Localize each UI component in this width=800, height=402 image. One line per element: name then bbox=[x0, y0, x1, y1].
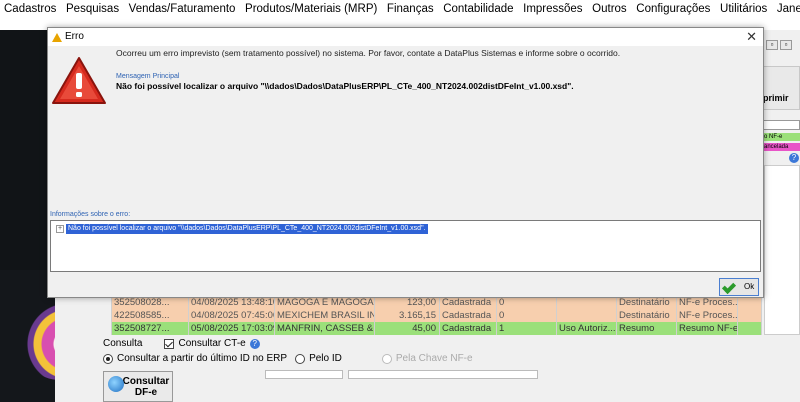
table-cell bbox=[557, 309, 617, 322]
dialog-titlebar: Erro ✕ bbox=[48, 28, 763, 46]
table-cell: Resumo bbox=[617, 322, 677, 335]
consulta-row: Consulta Consultar CT-e ? bbox=[103, 338, 260, 349]
menu-financas[interactable]: Finanças bbox=[387, 3, 434, 15]
table-cell: 1 bbox=[497, 322, 557, 335]
table-cell bbox=[738, 309, 762, 322]
main-message-text: Não foi possível localizar o arquivo "\\… bbox=[116, 81, 574, 91]
ok-label: Ok bbox=[744, 282, 755, 291]
table-cell: NF-e Proces... bbox=[677, 309, 738, 322]
help-icon[interactable]: ? bbox=[789, 153, 799, 163]
consultar-dfe-line2: DF-e bbox=[134, 387, 158, 398]
side-grid bbox=[764, 165, 800, 335]
imprimir-button[interactable]: primir bbox=[762, 66, 800, 110]
table-cell: 352508727... bbox=[112, 322, 189, 335]
expand-icon[interactable]: + bbox=[56, 225, 64, 233]
table-cell: 3.165,15 bbox=[375, 309, 440, 322]
consultar-dfe-line1: Consultar bbox=[122, 376, 170, 387]
id-input[interactable] bbox=[265, 370, 343, 379]
close-icon[interactable]: ✕ bbox=[746, 28, 757, 46]
main-menu-bar: Cadastros Pesquisas Vendas/Faturamento P… bbox=[0, 0, 800, 18]
filter-field[interactable] bbox=[762, 120, 800, 130]
table-row[interactable]: 352508727... 05/08/2025 17:03:09 MANFRIN, … bbox=[97, 322, 762, 335]
table-cell: Destinatário bbox=[617, 309, 677, 322]
radio-chave-nfe-label: Pela Chave NF-e bbox=[395, 353, 473, 364]
row-indicator bbox=[97, 322, 112, 335]
menu-cadastros[interactable]: Cadastros bbox=[4, 3, 56, 15]
menu-pesquisas[interactable]: Pesquisas bbox=[66, 3, 119, 15]
radio-pelo-id-label: Pelo ID bbox=[309, 353, 342, 364]
consultar-cte-checkbox[interactable] bbox=[164, 338, 175, 349]
help-icon[interactable]: ? bbox=[249, 338, 260, 349]
table-cell: MANFRIN, CASSEB &... bbox=[275, 322, 375, 335]
table-cell: Uso Autoriz... bbox=[557, 322, 617, 335]
radio-pelo-id[interactable] bbox=[295, 353, 306, 364]
error-dialog: Erro ✕ Ocorreu um erro imprevisto (sem t… bbox=[47, 27, 764, 298]
legend-cancelada-tag: ancelada bbox=[762, 143, 800, 151]
menu-configuracoes[interactable]: Configurações bbox=[636, 3, 710, 15]
warning-icon bbox=[52, 33, 62, 42]
window-maximize-icon[interactable]: ▫ bbox=[780, 40, 792, 50]
table-cell: 04/08/2025 07:45:06 bbox=[189, 309, 275, 322]
error-info-tree[interactable]: + Não foi possível localizar o arquivo "… bbox=[50, 220, 761, 272]
error-info-item[interactable]: Não foi possível localizar o arquivo "\\… bbox=[66, 224, 428, 234]
globe-icon bbox=[108, 376, 124, 392]
table-cell: 05/08/2025 17:03:09 bbox=[189, 322, 275, 335]
menu-contabilidade[interactable]: Contabilidade bbox=[443, 3, 513, 15]
dialog-title: Erro bbox=[65, 31, 84, 42]
table-cell: MEXICHEM BRASIL IN... bbox=[275, 309, 375, 322]
consulta-options: Consultar a partir do último ID no ERP P… bbox=[103, 353, 473, 364]
dfe-table: 352508028... 04/08/2025 13:48:10 MAGOGA E … bbox=[97, 296, 762, 335]
table-cell: 45,00 bbox=[375, 322, 440, 335]
consultar-cte-label: Consultar CT-e bbox=[178, 338, 246, 349]
menu-produtos-materiais[interactable]: Produtos/Materiais (MRP) bbox=[245, 3, 377, 15]
row-indicator bbox=[97, 309, 112, 322]
menu-vendas-faturamento[interactable]: Vendas/Faturamento bbox=[129, 3, 236, 15]
table-cell: 0 bbox=[497, 309, 557, 322]
menu-outros[interactable]: Outros bbox=[592, 3, 627, 15]
window-minimize-icon[interactable]: ▫ bbox=[766, 40, 778, 50]
table-cell bbox=[738, 322, 762, 335]
table-cell: Resumo NF-e bbox=[677, 322, 738, 335]
radio-ultimo-id-label: Consultar a partir do último ID no ERP bbox=[117, 353, 288, 364]
menu-janelas[interactable]: Janelas bbox=[777, 3, 800, 15]
table-cell: Cadastrada bbox=[440, 309, 497, 322]
menu-impressoes[interactable]: Impressões bbox=[523, 3, 582, 15]
ok-button[interactable]: Ok bbox=[719, 278, 759, 296]
check-icon bbox=[721, 279, 737, 295]
chave-nfe-input bbox=[348, 370, 538, 379]
menu-utilitarios[interactable]: Utilitários bbox=[720, 3, 767, 15]
error-warning-icon bbox=[52, 57, 106, 104]
main-message-label: Mensagem Principal bbox=[116, 73, 180, 80]
radio-ultimo-id[interactable] bbox=[103, 353, 113, 364]
error-message: Ocorreu um erro imprevisto (sem tratamen… bbox=[116, 48, 621, 58]
table-cell: 422508585... bbox=[112, 309, 189, 322]
consulta-label: Consulta bbox=[103, 338, 143, 349]
table-cell: Cadastrada bbox=[440, 322, 497, 335]
legend-nfe-tag: o NF-e bbox=[762, 133, 800, 141]
error-info-label: Informações sobre o erro: bbox=[50, 211, 131, 218]
table-row[interactable]: 422508585... 04/08/2025 07:45:06 MEXICHEM … bbox=[97, 309, 762, 322]
radio-chave-nfe bbox=[381, 353, 392, 364]
